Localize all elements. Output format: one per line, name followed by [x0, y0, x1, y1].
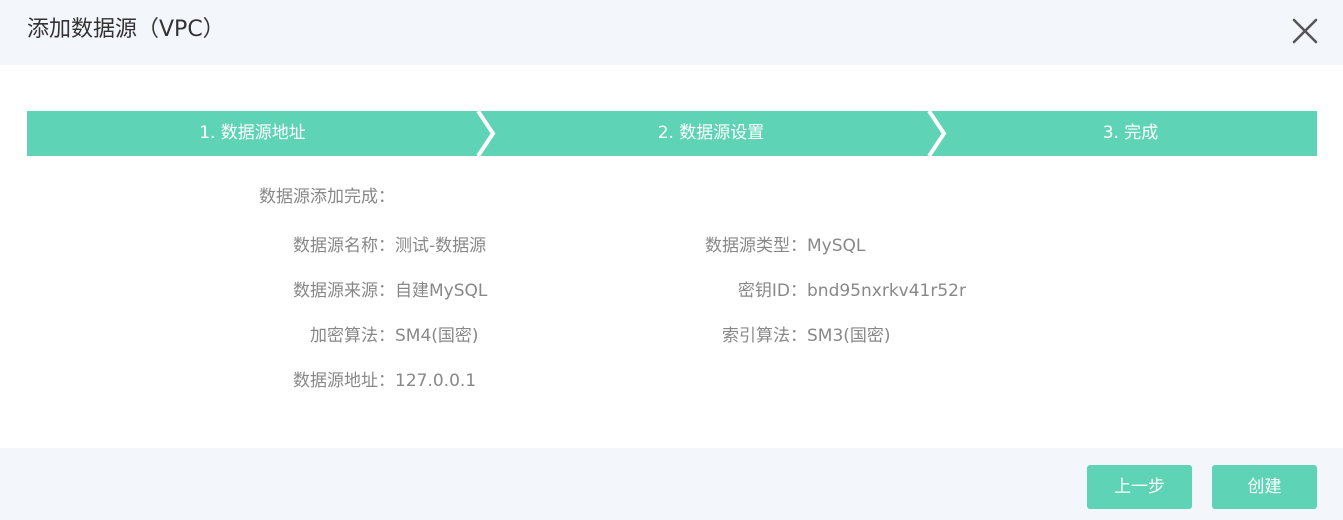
create-button[interactable]: 创建	[1212, 465, 1317, 509]
close-icon[interactable]	[1290, 16, 1320, 46]
datasource-type-row: 数据源类型：MySQL	[647, 235, 865, 257]
add-datasource-dialog: 添加数据源（VPC） 1. 数据源地址 2. 数据源设置 3. 完成 数据源添加…	[0, 0, 1343, 520]
key-id-value: bnd95nxrkv41r52r	[807, 281, 966, 301]
datasource-name-value: 测试-数据源	[395, 236, 487, 256]
dialog-header: 添加数据源（VPC）	[0, 0, 1343, 65]
step-progress-bar: 1. 数据源地址 2. 数据源设置 3. 完成	[27, 111, 1317, 156]
datasource-address-value: 127.0.0.1	[395, 371, 477, 391]
completion-heading: 数据源添加完成：	[259, 187, 395, 207]
datasource-address-label: 数据源地址：	[293, 371, 395, 391]
previous-step-button[interactable]: 上一步	[1087, 465, 1192, 509]
datasource-source-row: 数据源来源：自建MySQL	[235, 280, 487, 302]
datasource-type-value: MySQL	[807, 236, 866, 256]
datasource-address-row: 数据源地址：127.0.0.1	[235, 370, 476, 392]
key-id-row: 密钥ID：bnd95nxrkv41r52r	[647, 280, 966, 302]
datasource-name-row: 数据源名称：测试-数据源	[235, 235, 486, 257]
datasource-type-label: 数据源类型：	[705, 236, 807, 256]
key-id-label: 密钥ID：	[737, 281, 807, 301]
step-1-label: 1. 数据源地址	[199, 123, 306, 143]
index-algorithm-row: 索引算法：SM3(国密)	[647, 325, 891, 347]
step-2-label: 2. 数据源设置	[657, 123, 765, 143]
encryption-algorithm-label: 加密算法：	[310, 326, 395, 346]
datasource-source-value: 自建MySQL	[395, 281, 488, 301]
index-algorithm-value: SM3(国密)	[807, 326, 891, 346]
dialog-title: 添加数据源（VPC）	[27, 17, 225, 42]
datasource-name-label: 数据源名称：	[293, 236, 395, 256]
index-algorithm-label: 索引算法：	[722, 326, 807, 346]
encryption-algorithm-row: 加密算法：SM4(国密)	[235, 325, 479, 347]
datasource-source-label: 数据源来源：	[293, 281, 395, 301]
encryption-algorithm-value: SM4(国密)	[395, 326, 479, 346]
step-3-label: 3. 完成	[1102, 123, 1159, 143]
